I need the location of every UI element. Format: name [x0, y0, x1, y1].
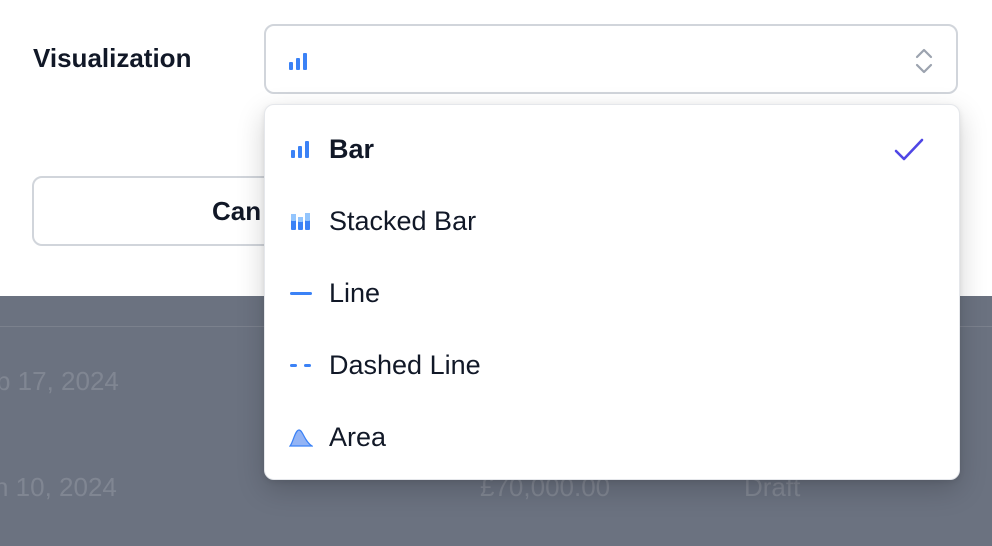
visualization-select[interactable] [264, 24, 958, 94]
area-icon [289, 429, 313, 447]
updown-chevrons-icon [915, 48, 933, 74]
table-cell-date: n 10, 2024 [0, 472, 117, 502]
line-icon [290, 292, 312, 295]
check-icon [894, 138, 924, 161]
option-area[interactable]: Area [265, 401, 959, 473]
option-label: Stacked Bar [329, 206, 477, 236]
option-label: Line [329, 278, 381, 308]
dashed-line-icon [290, 364, 311, 367]
option-label: Area [329, 422, 387, 452]
bar-chart-icon [291, 141, 309, 158]
option-stacked-bar[interactable]: Stacked Bar [265, 185, 959, 257]
stacked-bar-icon [291, 213, 310, 230]
table-cell-date: b 17, 2024 [0, 366, 119, 396]
option-line[interactable]: Line [265, 257, 959, 329]
option-dashed-line[interactable]: Dashed Line [265, 329, 959, 401]
option-label: Dashed Line [329, 350, 481, 380]
option-bar[interactable]: Bar [265, 113, 959, 185]
bar-chart-icon [289, 53, 307, 70]
visualization-label: Visualization [33, 43, 192, 73]
option-label: Bar [329, 134, 375, 164]
visualization-dropdown: Bar Stacked Bar Line Dashed Line Area [264, 104, 960, 480]
